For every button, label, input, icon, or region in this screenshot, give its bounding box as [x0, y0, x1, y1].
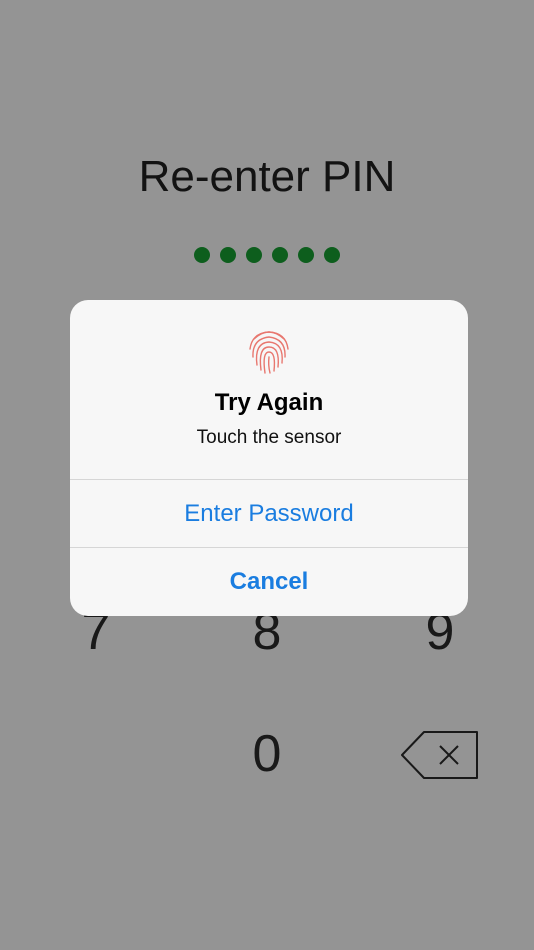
- enter-password-button[interactable]: Enter Password: [70, 479, 468, 547]
- alert-message: Touch the sensor: [196, 427, 342, 448]
- cancel-button[interactable]: Cancel: [70, 547, 468, 615]
- alert-title: Try Again: [214, 389, 324, 416]
- fingerprint-icon: [249, 331, 289, 374]
- touch-id-alert: Try Again Touch the sensor Enter Passwor…: [70, 300, 468, 616]
